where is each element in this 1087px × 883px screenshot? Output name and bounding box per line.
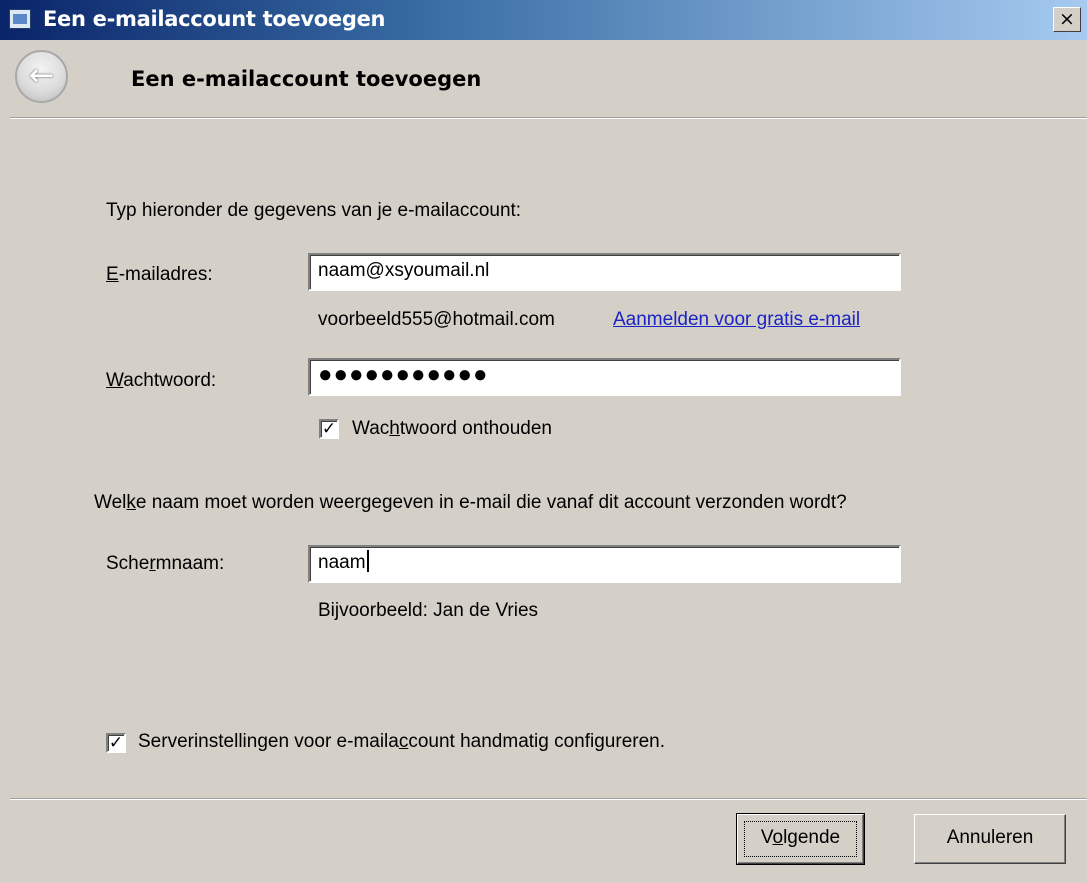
display-name-field[interactable]: naam xyxy=(308,545,901,583)
wizard-header: ← Een e-mailaccount toevoegen xyxy=(0,40,1087,118)
title-bar: Een e-mailaccount toevoegen × xyxy=(0,0,1087,40)
close-button[interactable]: × xyxy=(1053,7,1081,32)
text-caret xyxy=(366,550,369,572)
email-field[interactable]: naam@xsyoumail.nl xyxy=(308,253,901,291)
signup-link[interactable]: Aanmelden voor gratis e-mail xyxy=(613,309,860,331)
cancel-button[interactable]: Annuleren xyxy=(914,814,1066,864)
display-name-question: Welke naam moet worden weergegeven in e-… xyxy=(94,492,847,513)
remember-password-checkbox[interactable]: ✓ xyxy=(319,419,339,439)
window-title: Een e-mailaccount toevoegen xyxy=(43,7,386,31)
email-label: E-mailadres: xyxy=(106,264,213,285)
password-field[interactable]: ●●●●●●●●●●● xyxy=(308,358,901,396)
manual-config-checkbox[interactable]: ✓ xyxy=(106,733,126,753)
back-button[interactable]: ← xyxy=(15,50,68,103)
header-divider xyxy=(10,117,1087,119)
wizard-heading: Een e-mailaccount toevoegen xyxy=(131,67,482,91)
intro-text: Typ hieronder de gegevens van je e-maila… xyxy=(106,200,522,221)
focus-rect xyxy=(744,821,857,857)
password-label: Wachtwoord: xyxy=(106,370,217,391)
email-example: voorbeeld555@hotmail.com xyxy=(318,309,555,330)
footer-divider xyxy=(10,798,1087,800)
manual-config-label[interactable]: Serverinstellingen voor e-mailaccount ha… xyxy=(138,731,665,753)
display-name-label: Schermnaam: xyxy=(106,553,225,574)
remember-password-label[interactable]: Wachtwoord onthouden xyxy=(352,418,552,440)
display-name-example: Bijvoorbeeld: Jan de Vries xyxy=(318,600,539,621)
back-arrow-icon: ← xyxy=(28,58,55,93)
next-button[interactable]: Volgende xyxy=(736,813,865,865)
window-app-icon xyxy=(9,9,31,29)
